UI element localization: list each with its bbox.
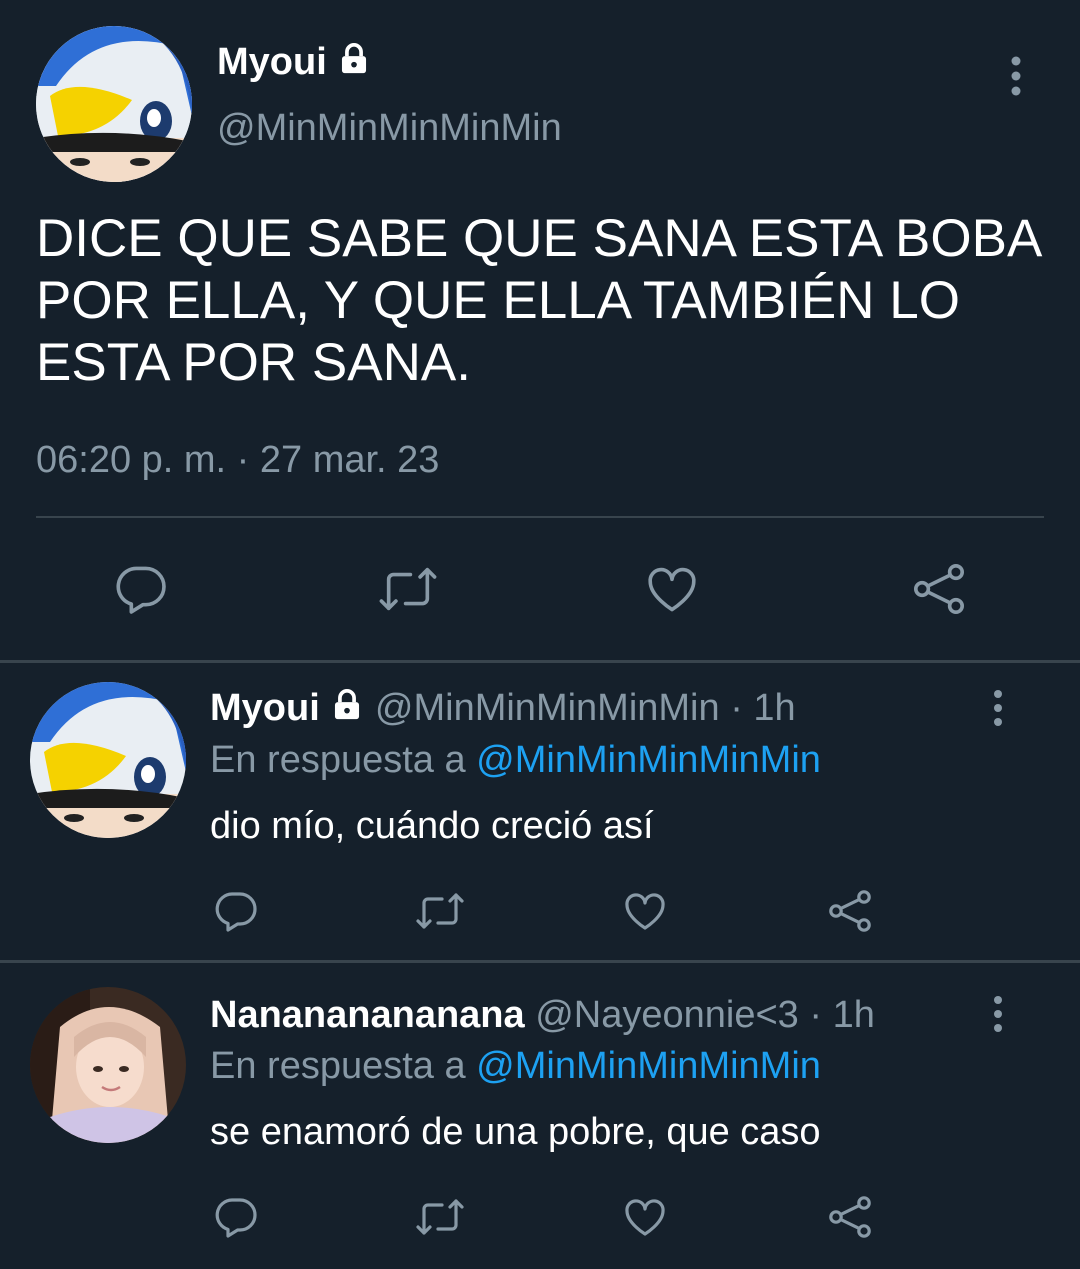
reply-text: dio mío, cuándo creció así [210,805,654,847]
divider [0,660,1080,663]
reply-author-name[interactable]: Nanananananana [210,994,525,1036]
reply-author-handle[interactable]: @Nayeonnie<3 [535,994,799,1036]
reply-to-link[interactable]: @MinMinMinMinMin [476,739,821,781]
reply-avatar[interactable] [30,682,186,838]
like-icon[interactable] [643,560,701,618]
lock-icon [337,42,371,86]
reply-icon[interactable] [212,887,260,935]
share-icon[interactable] [826,887,874,935]
reply-text: se enamoró de una pobre, que caso [210,1111,821,1153]
divider [0,960,1080,963]
main-tweet-text-line: ESTA POR SANA. [36,333,471,392]
main-tweet-author-handle[interactable]: @MinMinMinMinMin [217,106,562,150]
reply-time: · 1h [809,994,875,1036]
like-icon[interactable] [621,887,669,935]
more-vert-icon[interactable] [986,688,1010,728]
main-tweet-text-line: POR ELLA, Y QUE ELLA TAMBIÉN LO [36,271,960,330]
retweet-icon[interactable] [413,887,467,935]
divider [36,516,1044,518]
reply-context: En respuesta a @MinMinMinMinMin [210,738,821,782]
reply-header: Nanananananana @Nayeonnie<3 · 1h [210,993,875,1037]
reply-to-link[interactable]: @MinMinMinMinMin [476,1045,821,1087]
main-tweet-author-row: Myoui [217,40,371,86]
reply-context-prefix: En respuesta a [210,739,466,781]
reply-context: En respuesta a @MinMinMinMinMin [210,1044,821,1088]
reply-author-handle[interactable]: @MinMinMinMinMin [375,687,720,729]
reply-avatar[interactable] [30,987,186,1143]
main-tweet-timestamp: 06:20 p. m. · 27 mar. 23 [36,439,440,481]
like-icon[interactable] [621,1193,669,1241]
reply-header: Myoui @MinMinMinMinMin · 1h [210,686,796,732]
reply-context-prefix: En respuesta a [210,1045,466,1087]
share-icon[interactable] [826,1193,874,1241]
main-tweet-text: DICE QUE SABE QUE SANA ESTA BOBA POR ELL… [36,208,1042,394]
retweet-icon[interactable] [375,560,441,618]
reply-time: · 1h [730,687,796,729]
main-tweet-author-name[interactable]: Myoui [217,41,327,83]
retweet-icon[interactable] [413,1193,467,1241]
reply-icon[interactable] [112,560,170,618]
main-tweet-avatar[interactable] [36,26,192,182]
more-vert-icon[interactable] [1002,54,1030,98]
lock-icon [330,688,364,732]
more-vert-icon[interactable] [986,994,1010,1034]
share-icon[interactable] [910,560,968,618]
reply-icon[interactable] [212,1193,260,1241]
main-tweet-text-line: DICE QUE SABE QUE SANA ESTA BOBA [36,209,1043,268]
reply-author-name[interactable]: Myoui [210,687,320,729]
